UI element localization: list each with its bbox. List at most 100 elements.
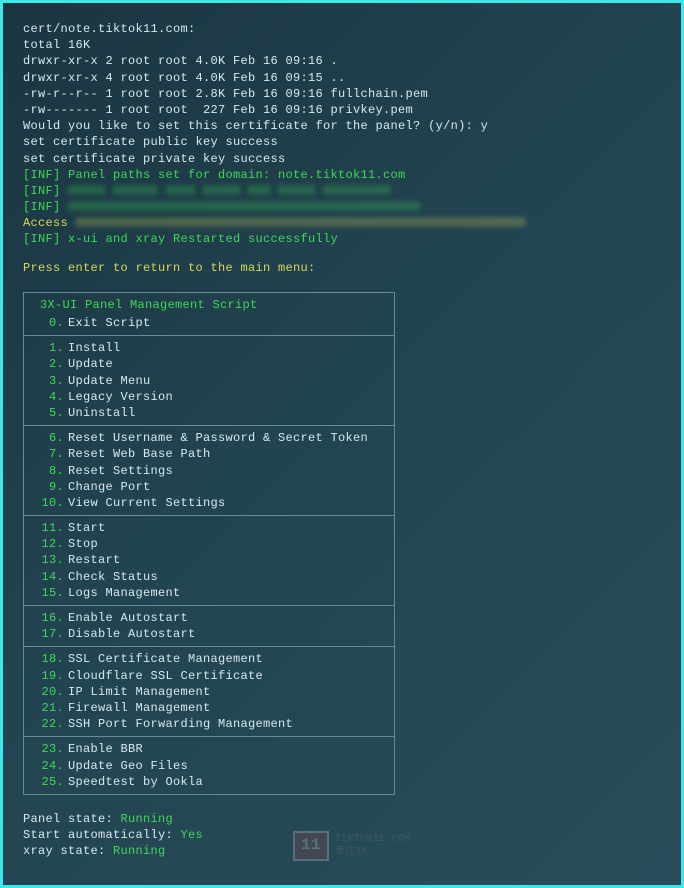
menu-label: Exit Script (68, 315, 151, 331)
menu-item-update-menu[interactable]: 3.Update Menu (40, 373, 384, 389)
redacted-text: XXXXXXXXXXXXXXXXXXXXXXXXXXXXXXXXXXXXXXXX… (76, 215, 526, 231)
menu-num: 8. (40, 463, 68, 479)
menu-item-install[interactable]: 1.Install (40, 340, 384, 356)
menu-item-stop[interactable]: 12.Stop (40, 536, 384, 552)
menu-box: 3X-UI Panel Management Script 0.Exit Scr… (23, 292, 395, 795)
menu-label: IP Limit Management (68, 684, 211, 700)
menu-label: View Current Settings (68, 495, 226, 511)
access-label: Access (23, 216, 76, 230)
menu-label: Cloudflare SSL Certificate (68, 668, 263, 684)
menu-item-speedtest[interactable]: 25.Speedtest by Ookla (40, 774, 384, 790)
menu-num: 12. (40, 536, 68, 552)
menu-item-check-status[interactable]: 14.Check Status (40, 569, 384, 585)
menu-num: 23. (40, 741, 68, 757)
menu-label: Change Port (68, 479, 151, 495)
pubkey-success: set certificate public key success (23, 134, 667, 150)
spacer (23, 276, 667, 288)
menu-label: Firewall Management (68, 700, 211, 716)
menu-item-logs[interactable]: 15.Logs Management (40, 585, 384, 601)
watermark-line: 专注TK (335, 846, 411, 860)
ls-total: total 16K (23, 37, 667, 53)
menu-num: 3. (40, 373, 68, 389)
menu-num: 25. (40, 774, 68, 790)
menu-num: 20. (40, 684, 68, 700)
menu-num: 2. (40, 356, 68, 372)
menu-label: Enable BBR (68, 741, 143, 757)
inf-domain: [INF] Panel paths set for domain: note.t… (23, 167, 667, 183)
menu-label: Reset Settings (68, 463, 173, 479)
menu-item-update-geo[interactable]: 24.Update Geo Files (40, 758, 384, 774)
privkey-success: set certificate private key success (23, 151, 667, 167)
menu-label: Stop (68, 536, 98, 552)
panel-state: Panel state: Running (23, 811, 667, 827)
ls-row: drwxr-xr-x 2 root root 4.0K Feb 16 09:16… (23, 53, 667, 69)
menu-item-reset-user[interactable]: 6.Reset Username & Password & Secret Tok… (40, 430, 384, 446)
watermark-text: TIKTOK11.COM 专注TK (335, 833, 411, 860)
menu-section: 11.Start 12.Stop 13.Restart 14.Check Sta… (24, 516, 394, 606)
menu-item-legacy[interactable]: 4.Legacy Version (40, 389, 384, 405)
spacer (23, 248, 667, 260)
menu-num: 1. (40, 340, 68, 356)
menu-item-ssl-cert[interactable]: 18.SSL Certificate Management (40, 651, 384, 667)
menu-item-view-settings[interactable]: 10.View Current Settings (40, 495, 384, 511)
menu-item-update[interactable]: 2.Update (40, 356, 384, 372)
status-label: xray state: (23, 844, 113, 858)
menu-label: Restart (68, 552, 121, 568)
menu-item-uninstall[interactable]: 5.Uninstall (40, 405, 384, 421)
menu-item-ssh-forward[interactable]: 22.SSH Port Forwarding Management (40, 716, 384, 732)
menu-label: Update Menu (68, 373, 151, 389)
return-prompt[interactable]: Press enter to return to the main menu: (23, 260, 667, 276)
menu-num: 11. (40, 520, 68, 536)
menu-num: 14. (40, 569, 68, 585)
menu-item-reset-settings[interactable]: 8.Reset Settings (40, 463, 384, 479)
menu-num: 21. (40, 700, 68, 716)
menu-label: Update (68, 356, 113, 372)
menu-label: Start (68, 520, 106, 536)
menu-label: Legacy Version (68, 389, 173, 405)
menu-section: 1.Install 2.Update 3.Update Menu 4.Legac… (24, 336, 394, 426)
inf-line: [INF] XXXXXXXXXXXXXXXXXXXXXXXXXXXXXXXXXX… (23, 199, 667, 215)
menu-item-start[interactable]: 11.Start (40, 520, 384, 536)
menu-label: Update Geo Files (68, 758, 188, 774)
menu-num: 17. (40, 626, 68, 642)
inf-tag: [INF] (23, 184, 61, 198)
menu-label: SSH Port Forwarding Management (68, 716, 293, 732)
menu-num: 13. (40, 552, 68, 568)
status-value: Running (113, 844, 166, 858)
menu-item-firewall[interactable]: 21.Firewall Management (40, 700, 384, 716)
menu-item-restart[interactable]: 13.Restart (40, 552, 384, 568)
menu-item-change-port[interactable]: 9.Change Port (40, 479, 384, 495)
menu-label: Disable Autostart (68, 626, 196, 642)
menu-label: Logs Management (68, 585, 181, 601)
inf-line: [INF] XXXXX XXXXXX XXXX XXXXX XXX XXXXX … (23, 183, 667, 199)
menu-num: 19. (40, 668, 68, 684)
menu-item-ip-limit[interactable]: 20.IP Limit Management (40, 684, 384, 700)
status-value: Running (121, 812, 174, 826)
menu-item-reset-path[interactable]: 7.Reset Web Base Path (40, 446, 384, 462)
ls-row: drwxr-xr-x 4 root root 4.0K Feb 16 09:15… (23, 70, 667, 86)
watermark-line: TIKTOK11.COM (335, 833, 411, 847)
menu-item-exit[interactable]: 0.Exit Script (40, 315, 384, 331)
menu-label: Uninstall (68, 405, 136, 421)
menu-title: 3X-UI Panel Management Script (40, 297, 384, 315)
menu-section: 16.Enable Autostart 17.Disable Autostart (24, 606, 394, 647)
menu-num: 7. (40, 446, 68, 462)
redacted-text: XXXXXXXXXXXXXXXXXXXXXXXXXXXXXXXXXXXXXXXX… (68, 199, 421, 215)
menu-section: 18.SSL Certificate Management 19.Cloudfl… (24, 647, 394, 737)
menu-num: 15. (40, 585, 68, 601)
menu-label: SSL Certificate Management (68, 651, 263, 667)
watermark: 11 TIKTOK11.COM 专注TK (293, 831, 410, 861)
menu-label: Speedtest by Ookla (68, 774, 203, 790)
menu-item-enable-bbr[interactable]: 23.Enable BBR (40, 741, 384, 757)
menu-section: 6.Reset Username & Password & Secret Tok… (24, 426, 394, 516)
menu-num: 24. (40, 758, 68, 774)
menu-num: 4. (40, 389, 68, 405)
ls-row: -rw-r--r-- 1 root root 2.8K Feb 16 09:16… (23, 86, 667, 102)
menu-item-cloudflare-ssl[interactable]: 19.Cloudflare SSL Certificate (40, 668, 384, 684)
cert-prompt[interactable]: Would you like to set this certificate f… (23, 118, 667, 134)
menu-num: 16. (40, 610, 68, 626)
menu-item-enable-autostart[interactable]: 16.Enable Autostart (40, 610, 384, 626)
menu-item-disable-autostart[interactable]: 17.Disable Autostart (40, 626, 384, 642)
inf-tag: [INF] (23, 200, 61, 214)
menu-label: Install (68, 340, 121, 356)
